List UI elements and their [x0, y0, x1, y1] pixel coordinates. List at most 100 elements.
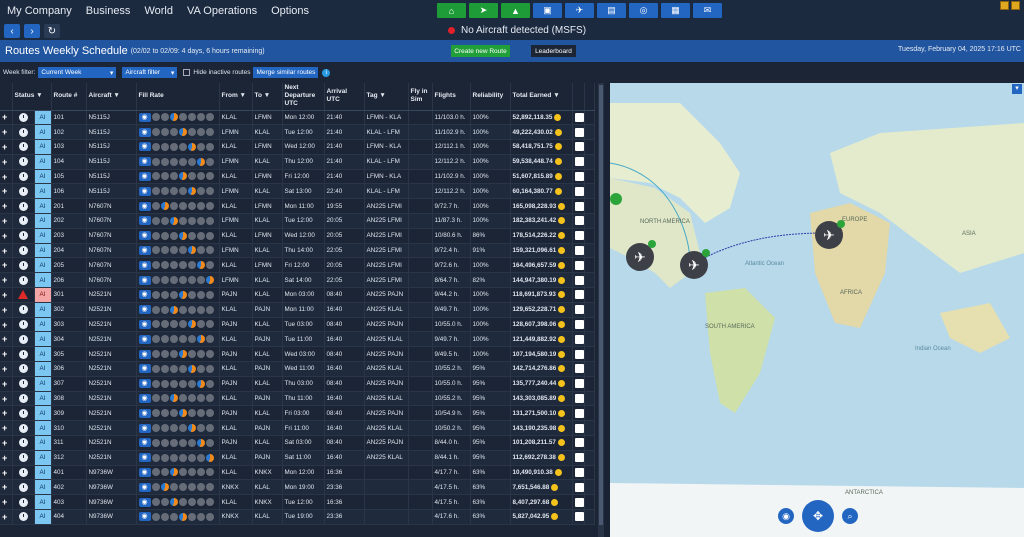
view-eye-icon[interactable]: ◉ [138, 364, 151, 374]
create-route-button[interactable]: Create new Route [451, 45, 510, 57]
view-eye-icon[interactable]: ◉ [138, 290, 151, 300]
expand-icon[interactable]: + [2, 482, 7, 492]
view-eye-icon[interactable]: ◉ [138, 260, 151, 270]
expand-icon[interactable]: + [2, 142, 7, 152]
expand-icon[interactable]: + [2, 512, 7, 522]
view-eye-icon[interactable]: ◉ [138, 349, 151, 359]
merge-routes-button[interactable]: Merge similar routes [253, 67, 319, 78]
edit-icon[interactable] [574, 512, 583, 522]
edit-icon[interactable] [574, 423, 583, 433]
table-row[interactable]: + AI 205 N7607N ◉ KLAL LFMN Fri 12:00 20:05 AN22… [0, 257, 595, 274]
table-row[interactable]: + AI 402 N9736W ◉ KNKX KLAL Mon 19:00 23:36 4/17… [0, 479, 595, 496]
table-row[interactable]: + AI 308 N2521N ◉ KLAL PAJN Thu 11:00 16:40 AN22… [0, 391, 595, 407]
col-aircraft[interactable]: Aircraft ▼ [86, 83, 137, 111]
expand-icon[interactable]: + [2, 408, 7, 418]
send-icon[interactable]: ➤ [469, 3, 498, 18]
view-eye-icon[interactable]: ◉ [138, 320, 151, 330]
table-row[interactable]: + AI 101 N5115J ◉ KLAL LFMN Mon 12:00 21:40 LFMN… [0, 110, 595, 126]
table-row[interactable]: + AI 307 N2521N ◉ PAJN KLAL Thu 03:00 08:40 AN22… [0, 376, 595, 392]
view-eye-icon[interactable]: ◉ [138, 231, 151, 241]
table-row[interactable]: + AI 309 N2521N ◉ PAJN KLAL Fri 03:00 08:40 AN22… [0, 405, 595, 422]
col-reliability[interactable]: Reliability [470, 83, 511, 111]
view-eye-icon[interactable]: ◉ [138, 468, 151, 478]
menu-item[interactable]: World [139, 5, 178, 17]
expand-icon[interactable]: + [2, 260, 7, 270]
edit-icon[interactable] [574, 157, 583, 167]
map-pan-control-icon[interactable]: ✥ [802, 500, 834, 532]
expand-icon[interactable]: + [2, 231, 7, 241]
col-fill-rate[interactable]: Fill Rate [136, 83, 220, 111]
view-eye-icon[interactable]: ◉ [138, 497, 151, 507]
target-icon[interactable]: ◎ [629, 3, 658, 18]
menu-item[interactable]: Options [266, 5, 314, 17]
view-eye-icon[interactable]: ◉ [138, 275, 151, 285]
expand-icon[interactable]: + [2, 453, 7, 463]
table-row[interactable]: + AI 202 N7607N ◉ LFMN KLAL Tue 12:00 20:05 AN22… [0, 213, 595, 229]
info-icon[interactable]: i [322, 68, 331, 77]
edit-icon[interactable] [574, 379, 583, 389]
edit-icon[interactable] [574, 231, 583, 241]
refresh-icon[interactable]: ↻ [44, 24, 60, 38]
mail-icon[interactable]: ✉ [693, 3, 722, 18]
edit-icon[interactable] [574, 275, 583, 285]
edit-icon[interactable] [574, 468, 583, 478]
view-eye-icon[interactable]: ◉ [138, 512, 151, 522]
view-eye-icon[interactable]: ◉ [138, 394, 151, 404]
maximize-button[interactable] [1011, 1, 1020, 10]
view-eye-icon[interactable]: ◉ [138, 423, 151, 433]
col-route[interactable]: Route # [51, 83, 87, 111]
table-row[interactable]: + AI 106 N5115J ◉ LFMN KLAL Sat 13:00 22:40 KLAL… [0, 183, 595, 200]
edit-icon[interactable] [574, 438, 583, 448]
view-eye-icon[interactable]: ◉ [138, 172, 151, 182]
view-eye-icon[interactable]: ◉ [138, 438, 151, 448]
edit-icon[interactable] [574, 127, 583, 137]
expand-icon[interactable]: + [2, 379, 7, 389]
table-row[interactable]: + AI 401 N9736W ◉ KLAL KNKX Mon 12:00 16:36 4/17… [0, 465, 595, 481]
expand-icon[interactable]: + [2, 349, 7, 359]
map-eye-icon[interactable]: ◉ [778, 508, 794, 524]
view-eye-icon[interactable]: ◉ [138, 112, 151, 122]
table-row[interactable]: + AI 312 N2521N ◉ KLAL PAJN Sat 11:00 16:40 AN22… [0, 450, 595, 466]
table-row[interactable]: + AI 303 N2521N ◉ PAJN KLAL Tue 03:00 08:40 AN22… [0, 317, 595, 333]
expand-icon[interactable]: + [2, 112, 7, 122]
edit-icon[interactable] [574, 216, 583, 226]
menu-item[interactable]: My Company [2, 5, 77, 17]
edit-icon[interactable] [574, 349, 583, 359]
view-eye-icon[interactable]: ◉ [138, 127, 151, 137]
hide-inactive-checkbox[interactable] [183, 69, 191, 76]
expand-icon[interactable]: + [2, 290, 7, 300]
edit-icon[interactable] [574, 320, 583, 330]
edit-icon[interactable] [574, 201, 583, 211]
edit-icon[interactable] [574, 246, 583, 256]
col-status[interactable]: Status ▼ [12, 83, 52, 111]
expand-icon[interactable]: + [2, 201, 7, 211]
view-eye-icon[interactable]: ◉ [138, 246, 151, 256]
expand-icon[interactable]: + [2, 127, 7, 137]
table-row[interactable]: + AI 403 N9736W ◉ KLAL KNKX Tue 12:00 16:36 4/17… [0, 494, 595, 511]
col-total-earned[interactable]: Total Earned ▼ [510, 83, 573, 111]
table-row[interactable]: + AI 310 N2521N ◉ KLAL PAJN Fri 11:00 16:40 AN22… [0, 420, 595, 437]
table-row[interactable]: + AI 302 N2521N ◉ KLAL PAJN Mon 11:00 16:40 AN22… [0, 302, 595, 318]
book-icon[interactable]: ▤ [597, 3, 626, 18]
forward-icon[interactable]: › [24, 24, 40, 38]
table-row[interactable]: + AI 305 N2521N ◉ PAJN KLAL Wed 03:00 08:40 AN22… [0, 346, 595, 363]
expand-icon[interactable]: + [2, 320, 7, 330]
week-filter-select[interactable]: Current Week [38, 67, 117, 78]
minimize-button[interactable] [1000, 1, 1009, 10]
home-icon[interactable]: ⌂ [437, 3, 466, 18]
flight-icon[interactable]: ✈ [565, 3, 594, 18]
table-row[interactable]: + AI 103 N5115J ◉ KLAL LFMN Wed 12:00 21:40 LFMN… [0, 139, 595, 155]
edit-icon[interactable] [574, 334, 583, 344]
expand-icon[interactable]: + [2, 364, 7, 374]
expand-icon[interactable]: + [2, 468, 7, 478]
expand-icon[interactable]: + [2, 423, 7, 433]
edit-icon[interactable] [574, 112, 583, 122]
briefcase-icon[interactable]: ▣ [533, 3, 562, 18]
expand-icon[interactable]: + [2, 305, 7, 315]
table-row[interactable]: + AI 204 N7607N ◉ LFMN KLAL Thu 14:00 22:05 AN22… [0, 243, 595, 259]
map-search-icon[interactable]: ⌕ [842, 508, 858, 524]
table-row[interactable]: + AI 104 N5115J ◉ LFMN KLAL Thu 12:00 21:40 KLAL… [0, 154, 595, 170]
view-eye-icon[interactable]: ◉ [138, 305, 151, 315]
col-flights[interactable]: Flights [432, 83, 471, 111]
expand-icon[interactable]: + [2, 157, 7, 167]
